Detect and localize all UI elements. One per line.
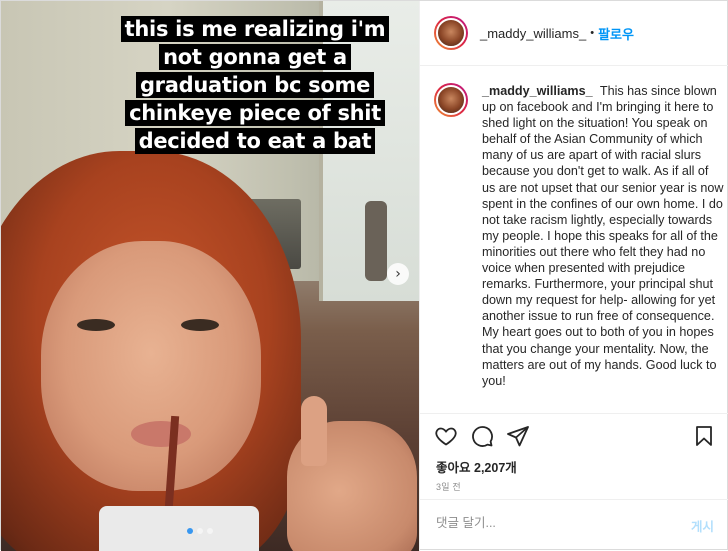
photo-finger <box>301 396 327 466</box>
carousel-dot <box>207 528 213 534</box>
photo-lips <box>131 421 191 447</box>
avatar[interactable] <box>434 16 468 50</box>
comment-text: _maddy_williams_ This has since blown up… <box>482 83 724 389</box>
carousel-dot-active <box>187 528 193 534</box>
action-bar <box>434 424 530 448</box>
photo-caption: this is me realizing i'm not gonna get a… <box>105 15 405 155</box>
separator-dot: • <box>590 27 595 39</box>
comment-body: This has since blown up on facebook and … <box>482 84 724 388</box>
header-username[interactable]: _maddy_williams_ <box>480 26 586 41</box>
send-icon[interactable] <box>506 424 530 448</box>
like-count[interactable]: 좋아요 2,207개 <box>436 457 517 476</box>
follow-button[interactable]: 팔로우 <box>598 24 634 43</box>
photo-bottle <box>365 201 387 281</box>
instagram-post-window: this is me realizing i'm not gonna get a… <box>0 0 728 551</box>
like-number: 2,207개 <box>474 461 517 475</box>
caption-comment: _maddy_williams_ This has since blown up… <box>434 83 724 389</box>
post-timestamp[interactable]: 3일 전 <box>436 480 461 493</box>
photo-face <box>41 241 261 491</box>
like-label: 좋아요 <box>436 461 471 475</box>
comment-form: 게시 <box>420 499 728 551</box>
caption-line: graduation bc some <box>135 72 375 98</box>
photo-eye <box>77 319 115 331</box>
save-button[interactable] <box>692 424 716 453</box>
post-header: _maddy_williams_ • 팔로우 <box>420 1 728 66</box>
comment-username[interactable]: _maddy_williams_ <box>482 84 593 98</box>
caption-line: chinkeye piece of shit <box>125 100 385 126</box>
carousel-dot <box>197 528 203 534</box>
bookmark-icon[interactable] <box>692 424 716 448</box>
photo-cup <box>99 506 259 551</box>
heart-icon[interactable] <box>434 424 458 448</box>
carousel-indicator <box>187 528 213 534</box>
comment-icon[interactable] <box>470 424 494 448</box>
post-side-panel: _maddy_williams_ • 팔로우 _maddy_williams_ … <box>419 1 728 551</box>
post-actions-area: 좋아요 2,207개 3일 전 <box>420 413 728 493</box>
caption-line: decided to eat a bat <box>134 128 376 154</box>
comment-input[interactable] <box>436 516 656 530</box>
photo-eye <box>181 319 219 331</box>
chevron-right-icon[interactable]: › <box>387 263 409 285</box>
post-photo[interactable]: this is me realizing i'm not gonna get a… <box>1 1 419 551</box>
post-comment-button[interactable]: 게시 <box>691 516 714 535</box>
comment-avatar[interactable] <box>434 83 468 117</box>
caption-line: this is me realizing i'm <box>120 16 390 42</box>
caption-line: not gonna get a <box>159 44 351 70</box>
